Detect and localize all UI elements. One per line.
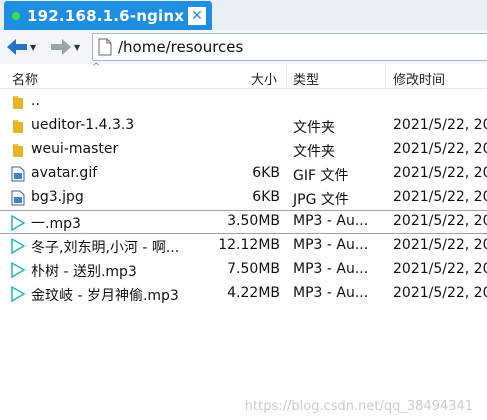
column-divider[interactable] — [286, 64, 287, 88]
list-item[interactable]: 金玟岐 - 岁月神偷.mp3 4.22MB MP3 - Au... 2021/5… — [0, 282, 487, 306]
navigation-bar: ▼ ▼ /home/resources — [0, 30, 487, 64]
mp3-file-icon — [11, 215, 26, 231]
file-name: 金玟岐 - 岁月神偷.mp3 — [31, 288, 179, 304]
file-name: .. — [31, 93, 40, 109]
folder-icon — [13, 120, 23, 133]
address-field[interactable]: /home/resources — [92, 33, 487, 61]
file-size: 7.50MB — [227, 261, 280, 277]
folder-icon — [13, 144, 23, 157]
file-name: avatar.gif — [31, 165, 98, 181]
file-modified: 2021/5/22, 20 — [393, 141, 487, 157]
session-tab[interactable]: 192.168.1.6-nginx ✕ — [4, 1, 212, 31]
file-modified: 2021/5/22, 20 — [393, 213, 487, 229]
file-name: 一.mp3 — [31, 216, 81, 232]
column-divider[interactable] — [385, 64, 386, 88]
column-header: ^ 名称 大小 类型 修改时间 — [0, 62, 487, 89]
list-item[interactable]: ueditor-1.4.3.3 文件夹 2021/5/22, 20 — [0, 114, 487, 138]
forward-dropdown-chevron-icon[interactable]: ▼ — [74, 43, 80, 52]
tab-strip: 192.168.1.6-nginx ✕ — [0, 0, 487, 31]
mp3-file-icon — [11, 262, 26, 278]
file-name: 朴树 - 送别.mp3 — [31, 264, 137, 280]
file-type: MP3 - Au... — [293, 213, 369, 229]
forward-button[interactable]: ▼ — [50, 36, 80, 58]
file-modified: 2021/5/22, 20 — [393, 189, 487, 205]
list-item[interactable]: avatar.gif 6KB GIF 文件 2021/5/22, 20 — [0, 162, 487, 186]
file-name: ueditor-1.4.3.3 — [31, 117, 135, 133]
document-icon — [98, 38, 112, 56]
column-type[interactable]: 类型 — [293, 69, 319, 88]
image-file-icon — [11, 190, 25, 206]
connection-status-icon — [12, 12, 20, 20]
column-modified[interactable]: 修改时间 — [393, 69, 445, 88]
watermark: https://blog.csdn.net/qq_38494341 — [244, 399, 473, 414]
file-modified: 2021/5/22, 20 — [393, 261, 487, 277]
list-item[interactable]: 冬子,刘东明,小河 - 啊... 12.12MB MP3 - Au... 202… — [0, 234, 487, 258]
file-type: GIF 文件 — [293, 168, 349, 184]
file-modified: 2021/5/22, 20 — [393, 237, 487, 253]
file-size: 6KB — [252, 165, 280, 181]
back-dropdown-chevron-icon[interactable]: ▼ — [30, 43, 36, 52]
list-item[interactable]: weui-master 文件夹 2021/5/22, 20 — [0, 138, 487, 162]
file-type: MP3 - Au... — [293, 261, 369, 277]
file-modified: 2021/5/22, 20 — [393, 165, 487, 181]
file-name: 冬子,刘东明,小河 - 啊... — [31, 240, 180, 256]
mp3-file-icon — [11, 238, 26, 254]
file-size: 6KB — [252, 189, 280, 205]
file-name: bg3.jpg — [31, 189, 84, 205]
folder-icon — [13, 96, 23, 109]
file-modified: 2021/5/22, 20 — [393, 285, 487, 301]
file-type: 文件夹 — [293, 120, 335, 136]
file-type: JPG 文件 — [293, 192, 349, 208]
sort-ascending-icon: ^ — [92, 62, 101, 73]
list-item[interactable]: bg3.jpg 6KB JPG 文件 2021/5/22, 20 — [0, 186, 487, 210]
file-name: weui-master — [31, 141, 119, 157]
mp3-file-icon — [11, 286, 26, 302]
column-size[interactable]: 大小 — [251, 69, 277, 88]
tab-title: 192.168.1.6-nginx — [27, 7, 185, 25]
file-type: MP3 - Au... — [293, 285, 369, 301]
file-size: 3.50MB — [227, 213, 280, 229]
file-type: MP3 - Au... — [293, 237, 369, 253]
file-size: 4.22MB — [227, 285, 280, 301]
file-size: 12.12MB — [218, 237, 280, 253]
column-name[interactable]: 名称 — [12, 69, 38, 88]
close-tab-icon[interactable]: ✕ — [188, 7, 206, 25]
image-file-icon — [11, 166, 25, 182]
file-type: 文件夹 — [293, 144, 335, 160]
forward-arrow-icon — [51, 39, 71, 55]
list-item[interactable]: 朴树 - 送别.mp3 7.50MB MP3 - Au... 2021/5/22… — [0, 258, 487, 282]
file-modified: 2021/5/22, 20 — [393, 117, 487, 133]
back-button[interactable]: ▼ — [6, 36, 36, 58]
address-path: /home/resources — [118, 38, 244, 56]
list-item-focused[interactable]: 一.mp3 3.50MB MP3 - Au... 2021/5/22, 20 — [0, 210, 487, 234]
back-arrow-icon — [7, 39, 27, 55]
list-item[interactable]: .. — [0, 90, 487, 114]
